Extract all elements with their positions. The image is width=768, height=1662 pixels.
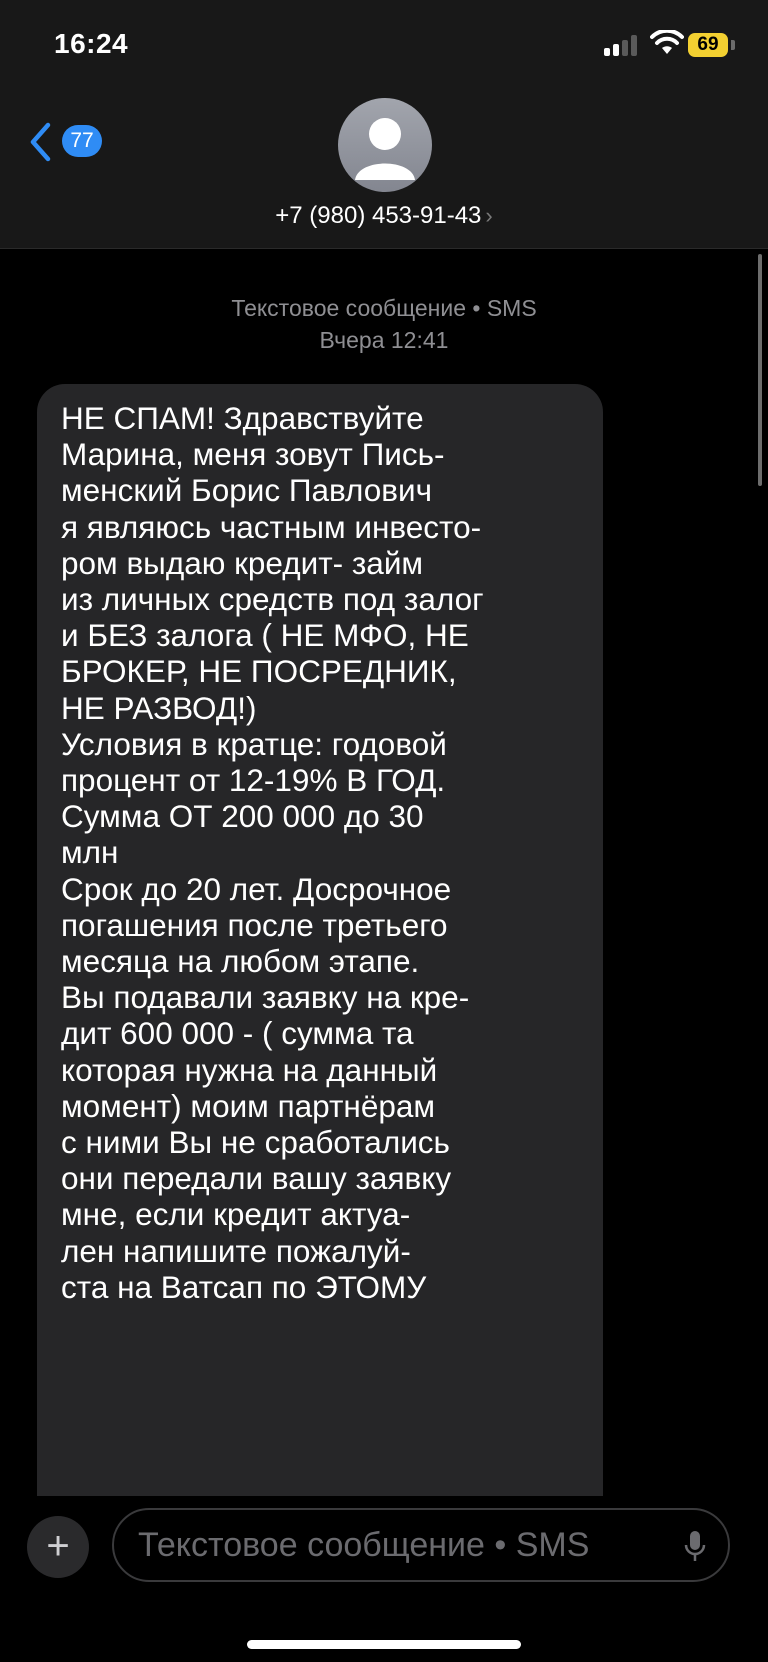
message-line: ром выдаю кредит- займ xyxy=(61,544,424,581)
message-line: Срок до 20 лет. Досрочное xyxy=(61,870,452,907)
message-line: ста на Ватсап по ЭТОМУ xyxy=(61,1268,427,1305)
message-line: лен напишите пожалуй- xyxy=(61,1232,411,1269)
contact-number: +7 (980) 453-91-43 xyxy=(275,202,482,229)
message-line: дит 600 000 - ( сумма та xyxy=(61,1015,414,1052)
contact-name-button[interactable]: +7 (980) 453-91-43 › xyxy=(0,202,768,230)
status-time: 16:24 xyxy=(54,28,129,59)
conversation-header: 16:24 69 77 +7 (980) 453-91-43 › xyxy=(0,0,768,249)
message-timestamp: Вчера 12:41 xyxy=(319,327,449,353)
microphone-icon[interactable] xyxy=(684,1530,706,1564)
message-line: млн xyxy=(61,834,119,871)
message-line: процент от 12-19% В ГОД. xyxy=(61,762,446,799)
message-line: из личных средств под залог xyxy=(61,581,484,618)
message-line: Марина, меня зовут Пись- xyxy=(61,436,445,473)
back-button[interactable]: 77 xyxy=(28,120,118,162)
message-input-placeholder: Текстовое сообщение • SMS xyxy=(138,1526,590,1564)
chevron-right-icon: › xyxy=(485,203,493,228)
contact-avatar[interactable] xyxy=(338,98,432,192)
message-line: месяца на любом этапе. xyxy=(61,943,420,980)
message-line: менский Борис Павлович xyxy=(61,472,433,509)
message-line: НЕ РАЗВОД!) xyxy=(61,689,257,726)
message-line: которая нужна на данный xyxy=(61,1051,438,1088)
scrollbar[interactable] xyxy=(758,254,762,486)
chevron-left-icon xyxy=(30,122,51,162)
add-attachment-button[interactable]: + xyxy=(27,1516,89,1578)
message-meta: Текстовое сообщение • SMS Вчера 12:41 xyxy=(0,292,768,356)
message-line: мне, если кредит актуа- xyxy=(61,1196,411,1233)
message-line: момент) моим партнёрам xyxy=(61,1087,436,1124)
person-icon xyxy=(355,118,415,180)
message-line: погашения после третьего xyxy=(61,906,448,943)
message-type-label: Текстовое сообщение • SMS xyxy=(231,295,537,321)
message-line: БРОКЕР, НЕ ПОСРЕДНИК, xyxy=(61,653,457,690)
battery-tip xyxy=(731,40,735,50)
battery-indicator: 69 xyxy=(688,33,728,57)
message-line: Условия в кратце: годовой xyxy=(61,725,447,762)
unread-count-badge: 77 xyxy=(62,125,102,157)
wifi-icon xyxy=(650,30,684,54)
home-indicator[interactable] xyxy=(247,1640,521,1649)
message-line: Сумма ОТ 200 000 до 30 xyxy=(61,798,424,835)
message-line: и БЕЗ залога ( НЕ МФО, НЕ xyxy=(61,617,469,654)
incoming-message-bubble[interactable]: НЕ СПАМ! Здравствуйте Марина, меня зовут… xyxy=(37,384,603,1502)
message-line: я являюсь частным инвесто- xyxy=(61,508,482,545)
message-line: с ними Вы не сработались xyxy=(61,1124,450,1161)
message-line: они передали вашу заявку xyxy=(61,1160,452,1197)
message-line: Вы подавали заявку на кре- xyxy=(61,979,470,1016)
message-line: НЕ СПАМ! Здравствуйте xyxy=(61,400,424,436)
message-input[interactable]: Текстовое сообщение • SMS xyxy=(112,1508,730,1582)
cellular-signal-icon xyxy=(604,34,640,56)
